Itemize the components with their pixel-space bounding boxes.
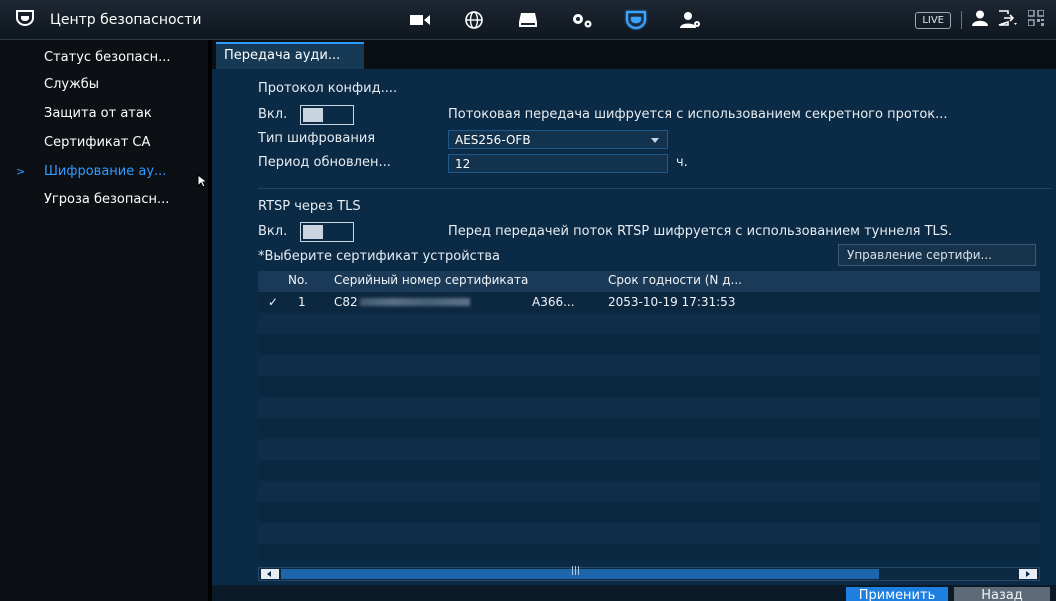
header-right-tools: LIVE (915, 0, 1045, 40)
certificate-management-button[interactable]: Управление сертифи... (838, 244, 1036, 266)
private-protocol-toggle[interactable] (300, 105, 354, 125)
table-row-empty (258, 397, 1040, 418)
main-panel: Передача ауди... Протокол конфид.... Вкл… (212, 40, 1056, 601)
sidebar-item-audio-video-encryption[interactable]: > Шифрование ау... (0, 156, 208, 186)
main-nav (400, 0, 710, 40)
mouse-pointer-icon (197, 173, 209, 192)
sidebar-item-label: Шифрование ау... (44, 163, 167, 179)
live-view-button[interactable]: LIVE (915, 11, 951, 29)
table-row-empty (258, 523, 1040, 544)
update-period-input[interactable]: 12 (448, 154, 668, 173)
sidebar-item-ca-certificate[interactable]: Сертификат CA (0, 127, 208, 157)
sidebar-item-label: Угроза безопасн... (44, 191, 170, 207)
qr-code-icon[interactable] (1027, 9, 1045, 30)
logout-icon[interactable] (998, 10, 1018, 30)
scrollbar-thumb[interactable] (281, 566, 879, 579)
account-icon[interactable] (670, 0, 710, 40)
sidebar: Статус безопасн... Службы Защита от атак… (0, 40, 208, 601)
redacted-serial (360, 298, 470, 306)
row-expiry: 2053-10-19 17:31:53 (608, 295, 736, 309)
settings-gears-icon[interactable] (562, 0, 602, 40)
table-row-empty (258, 544, 1040, 561)
table-row-empty (258, 418, 1040, 439)
table-header: No. Серийный номер сертификата Срок годн… (258, 271, 1040, 292)
camera-icon[interactable] (400, 0, 440, 40)
encryption-type-select[interactable]: AES256-OFB (448, 130, 668, 149)
table-row-empty (258, 376, 1040, 397)
encryption-type-label: Тип шифрования (258, 131, 376, 146)
sidebar-item-label: Статус безопасн... (44, 49, 171, 65)
table-row-empty (258, 313, 1040, 334)
row-no: 1 (298, 295, 306, 309)
toggle-knob (303, 108, 323, 122)
network-globe-icon[interactable] (454, 0, 494, 40)
certificate-table: No. Серийный номер сертификата Срок годн… (258, 271, 1040, 561)
table-row-empty (258, 334, 1040, 355)
encryption-type-value: AES256-OFB (455, 133, 531, 147)
row-serial-end: A366... (532, 295, 575, 309)
toggle-knob (303, 225, 323, 239)
header-divider (961, 11, 962, 29)
table-row-empty (258, 481, 1040, 502)
table-horizontal-scrollbar[interactable] (258, 566, 1040, 581)
security-shield-app-icon (16, 10, 34, 30)
sidebar-item-security-status[interactable]: Статус безопасн... (0, 42, 208, 72)
sidebar-item-label: Защита от атак (44, 105, 152, 121)
enable-private-protocol-label: Вкл. (258, 107, 288, 122)
rtsp-tls-toggle[interactable] (300, 222, 354, 242)
section-divider (258, 188, 1052, 189)
table-row-empty (258, 439, 1040, 460)
chevron-right-icon: > (16, 164, 26, 178)
apply-button[interactable]: Применить (846, 587, 948, 601)
app-title: Центр безопасности (50, 12, 202, 28)
section-private-protocol-title: Протокол конфид.... (258, 81, 398, 96)
caret-down-icon (651, 138, 659, 143)
scroll-right-arrow-icon[interactable] (1019, 569, 1037, 579)
column-header-serial[interactable]: Серийный номер сертификата (334, 273, 528, 287)
update-period-unit: ч. (676, 155, 688, 170)
sidebar-item-label: Службы (44, 76, 100, 92)
rtsp-tls-description: Перед передачей поток RTSP шифруется с и… (448, 224, 953, 239)
row-serial-start: C82 (334, 295, 358, 309)
table-row-empty (258, 355, 1040, 376)
security-shield-icon[interactable] (616, 0, 656, 40)
table-row[interactable]: ✓ 1 C82 A366... 2053-10-19 17:31:53 (258, 292, 1040, 313)
tab-audio-video-transmission[interactable]: Передача ауди... (216, 42, 364, 69)
row-check-icon: ✓ (268, 295, 279, 309)
column-header-no[interactable]: No. (288, 273, 308, 287)
top-bar: Центр безопасности LIVE (0, 0, 1056, 40)
sidebar-item-attack-protection[interactable]: Защита от атак (0, 98, 208, 128)
table-row-empty (258, 460, 1040, 481)
sidebar-item-label: Сертификат CA (44, 134, 151, 150)
sidebar-item-security-threat[interactable]: Угроза безопасн... (0, 184, 208, 214)
app-title-group: Центр безопасности (16, 0, 201, 40)
select-device-certificate-label: *Выберите сертификат устройства (258, 249, 501, 264)
tab-bar: Передача ауди... (212, 40, 1056, 69)
user-icon[interactable] (972, 10, 988, 30)
update-period-label: Период обновлен... (258, 155, 391, 170)
storage-icon[interactable] (508, 0, 548, 40)
enable-rtsp-tls-label: Вкл. (258, 224, 288, 239)
back-button[interactable]: Назад (954, 587, 1050, 601)
column-header-expiry[interactable]: Срок годности (N д... (608, 273, 742, 287)
table-row-empty (258, 502, 1040, 523)
private-protocol-description: Потоковая передача шифруется с использов… (448, 107, 948, 122)
section-rtsp-tls-title: RTSP через TLS (258, 199, 361, 214)
scroll-left-arrow-icon[interactable] (261, 569, 279, 579)
settings-content: Протокол конфид.... Вкл. Потоковая перед… (212, 69, 1056, 601)
sidebar-item-services[interactable]: Службы (0, 69, 208, 99)
